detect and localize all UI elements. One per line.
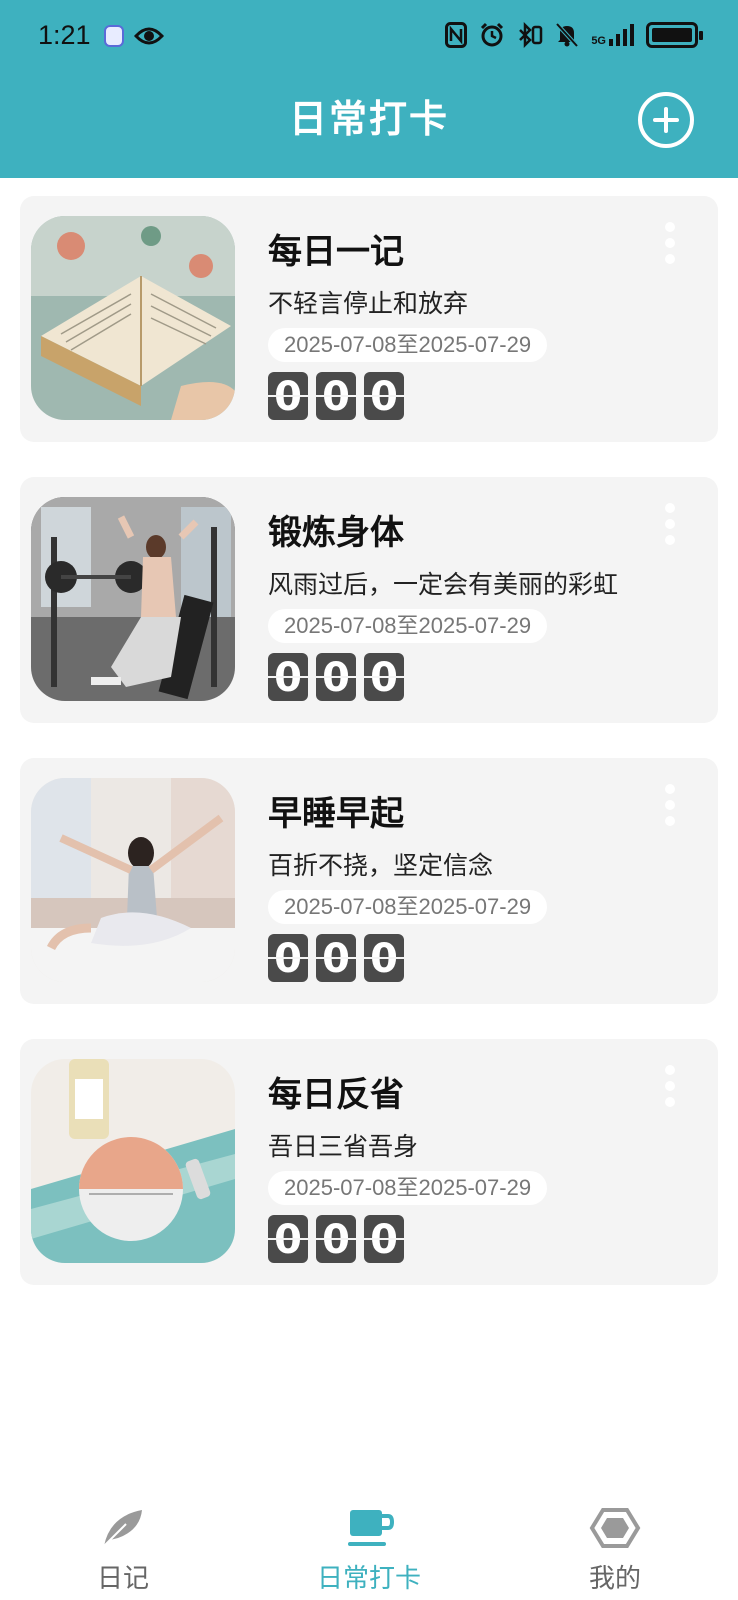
status-bar: 1:21 5G bbox=[0, 0, 738, 74]
habit-date-range: 2025-07-08至2025-07-29 bbox=[268, 609, 548, 643]
counter-digit: 0 bbox=[268, 372, 308, 420]
hexagon-icon bbox=[588, 1506, 642, 1550]
app-header: 1:21 5G 日常打卡 bbox=[0, 0, 738, 178]
nfc-icon bbox=[445, 22, 468, 48]
counter-digit: 0 bbox=[268, 1215, 308, 1263]
habit-subtitle: 不轻言停止和放弃 bbox=[268, 290, 469, 318]
habit-card[interactable]: 每日反省 吾日三省吾身 2025-07-08至2025-07-29 0 0 0 bbox=[20, 1039, 718, 1285]
habit-date-range: 2025-07-08至2025-07-29 bbox=[268, 1171, 548, 1205]
habit-title: 早睡早起 bbox=[268, 795, 404, 833]
mute-icon bbox=[555, 22, 579, 48]
battery-icon bbox=[646, 22, 703, 48]
habit-image-morning bbox=[31, 778, 235, 982]
habit-counter: 0 0 0 bbox=[268, 372, 404, 420]
habit-title: 每日一记 bbox=[268, 233, 404, 271]
habit-card[interactable]: 每日一记 不轻言停止和放弃 2025-07-08至2025-07-29 0 0 … bbox=[20, 196, 718, 442]
counter-digit: 0 bbox=[364, 934, 404, 982]
habit-image-gym bbox=[31, 497, 235, 701]
habit-subtitle: 百折不挠，坚定信念 bbox=[268, 852, 494, 880]
nav-item-checkin[interactable]: 日常打卡 bbox=[246, 1500, 492, 1600]
bottom-navigation: 日记 日常打卡 我的 bbox=[0, 1500, 738, 1600]
habit-image-book bbox=[31, 216, 235, 420]
counter-digit: 0 bbox=[268, 653, 308, 701]
counter-digit: 0 bbox=[316, 653, 356, 701]
page-title: 日常打卡 bbox=[288, 99, 449, 141]
network-type: 5G bbox=[591, 35, 606, 47]
counter-digit: 0 bbox=[316, 934, 356, 982]
more-options-icon[interactable] bbox=[660, 218, 680, 278]
habit-card[interactable]: 早睡早起 百折不挠，坚定信念 2025-07-08至2025-07-29 0 0… bbox=[20, 758, 718, 1004]
eye-icon bbox=[133, 24, 165, 53]
more-options-icon[interactable] bbox=[660, 1061, 680, 1121]
habit-counter: 0 0 0 bbox=[268, 1215, 404, 1263]
cup-icon bbox=[342, 1506, 396, 1550]
habit-date-range: 2025-07-08至2025-07-29 bbox=[268, 890, 548, 924]
habit-date-range: 2025-07-08至2025-07-29 bbox=[268, 328, 548, 362]
app-notification-icon bbox=[104, 25, 124, 47]
counter-digit: 0 bbox=[364, 372, 404, 420]
feather-icon bbox=[96, 1506, 150, 1550]
habit-card[interactable]: 锻炼身体 风雨过后，一定会有美丽的彩虹 2025-07-08至2025-07-2… bbox=[20, 477, 718, 723]
nav-label: 日常打卡 bbox=[316, 1563, 421, 1593]
counter-digit: 0 bbox=[316, 1215, 356, 1263]
counter-digit: 0 bbox=[316, 372, 356, 420]
counter-digit: 0 bbox=[364, 653, 404, 701]
habit-title: 每日反省 bbox=[268, 1076, 404, 1114]
counter-digit: 0 bbox=[364, 1215, 404, 1263]
signal-icon: 5G bbox=[591, 23, 634, 47]
counter-digit: 0 bbox=[268, 934, 308, 982]
nav-label: 我的 bbox=[588, 1563, 641, 1593]
habit-title: 锻炼身体 bbox=[268, 514, 404, 552]
add-habit-button[interactable] bbox=[638, 92, 694, 148]
habit-subtitle: 风雨过后，一定会有美丽的彩虹 bbox=[268, 571, 619, 599]
habit-subtitle: 吾日三省吾身 bbox=[268, 1133, 419, 1161]
nav-item-profile[interactable]: 我的 bbox=[492, 1500, 738, 1600]
habit-image-perfume bbox=[31, 1059, 235, 1263]
nav-item-diary[interactable]: 日记 bbox=[0, 1500, 246, 1600]
bluetooth-icon bbox=[517, 22, 543, 48]
habit-counter: 0 0 0 bbox=[268, 653, 404, 701]
more-options-icon[interactable] bbox=[660, 499, 680, 559]
habit-counter: 0 0 0 bbox=[268, 934, 404, 982]
status-time: 1:21 bbox=[38, 20, 91, 50]
alarm-icon bbox=[479, 22, 505, 48]
nav-label: 日记 bbox=[96, 1563, 149, 1593]
more-options-icon[interactable] bbox=[660, 780, 680, 840]
